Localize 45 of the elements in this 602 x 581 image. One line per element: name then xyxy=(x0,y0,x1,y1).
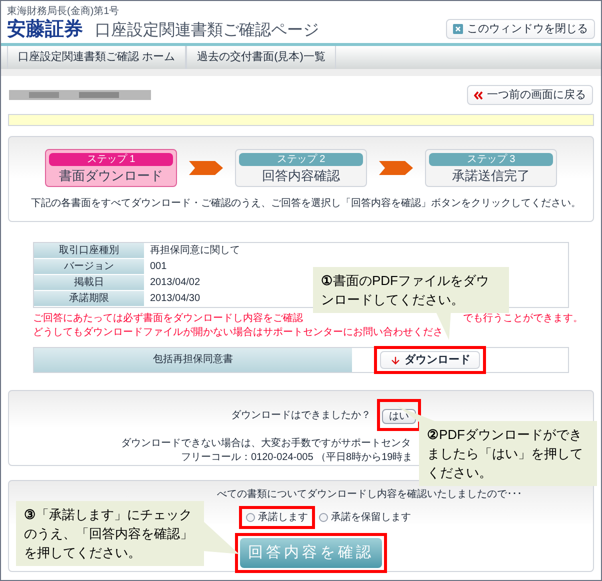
callout: ②PDFダウンロードができましたら「はい」を押してください。 xyxy=(419,421,597,486)
table-cell-text: 2013/04/30 xyxy=(150,292,200,306)
step-title: 書面ダウンロード xyxy=(59,167,163,185)
radio-label: 承諾を保留します xyxy=(331,510,411,525)
arrow-down-icon xyxy=(390,354,400,366)
arrow-icon xyxy=(379,161,413,175)
step-title: 承諾送信完了 xyxy=(452,167,530,185)
help-text: ダウンロードできない場合は、大変お手数ですがサポートセンタ xyxy=(121,437,411,451)
radio-label: 承諾します xyxy=(258,510,308,525)
table-header-cell: 掲載日 xyxy=(34,275,144,290)
table-header-cell: 承諾期限 xyxy=(34,291,144,306)
warning-text: でも行うことができます。 xyxy=(463,312,583,326)
table-header-cell: バージョン xyxy=(34,259,144,274)
logo: 安藤証券 xyxy=(7,18,83,42)
help-text: フリーコール：0120-024-005 （平日8時から19時ま xyxy=(181,451,413,465)
consent-prompt: べての書類についてダウンロードし内容を確認いたしましたので･･･ xyxy=(217,488,523,502)
instruction-text: 下記の各書面をすべてダウンロード・ご確認のうえ、ご回答を選択し「回答内容を確認」ボタンをクリックしてください。 xyxy=(31,196,581,211)
callout-pointer xyxy=(203,521,239,557)
table-cell-text: 再担保同意に関して xyxy=(150,244,240,258)
yes-button[interactable]: はい xyxy=(382,409,416,424)
radio-option[interactable]: 承諾します xyxy=(246,510,308,525)
table-cell-text: 2013/04/02 xyxy=(150,276,200,290)
radio-button[interactable] xyxy=(246,513,255,522)
registration-number: 東海財務局長(金商)第1号 xyxy=(7,6,120,17)
question-text: ダウンロードはできましたか？ xyxy=(231,408,371,422)
download-button[interactable]: ダウンロード xyxy=(380,351,480,369)
radio-button[interactable] xyxy=(319,513,328,522)
back-button[interactable]: 一つ前の画面に戻る xyxy=(467,85,593,105)
step-label: ステップ 2 xyxy=(239,153,363,166)
page-title: 口座設定関連書類ご確認ページ xyxy=(95,20,319,41)
step-label: ステップ 1 xyxy=(49,153,173,166)
close-window-button[interactable]: このウィンドウを閉じる xyxy=(446,19,595,39)
arrow-icon xyxy=(189,161,223,175)
close-icon xyxy=(453,24,463,34)
callout-pointer xyxy=(397,406,437,422)
radio-option[interactable]: 承諾を保留します xyxy=(319,510,411,525)
table-header-cell: 取引口座種別 xyxy=(34,243,144,258)
warning-text: どうしてもダウンロードファイルが開かない場合はサポートセンターにお問い合わせくださ xyxy=(33,326,443,340)
double-chevron-icon xyxy=(474,90,483,100)
step-title: 回答内容確認 xyxy=(262,167,340,185)
callout: ①書面のPDFファイルをダウンロードしてください。 xyxy=(313,267,509,313)
step-label: ステップ 3 xyxy=(429,153,553,166)
table-cell-text: 001 xyxy=(150,260,167,274)
table-header-cell: 包括再担保同意書 xyxy=(34,348,352,372)
warning-text: ご回答にあたっては必ず書面をダウンロードし内容をご確認 xyxy=(33,312,303,326)
